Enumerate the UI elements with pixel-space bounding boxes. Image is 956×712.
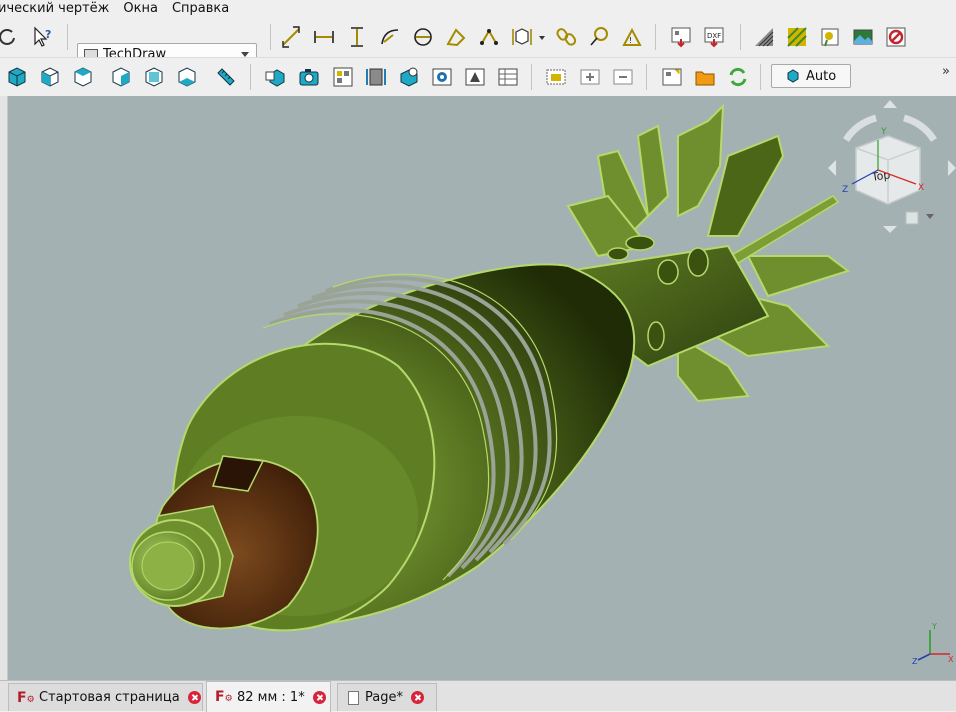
freecad-logo-icon: F⚙ <box>17 689 35 706</box>
tab-document[interactable]: F⚙ 82 мм : 1* <box>206 681 331 712</box>
view-menu-cube-icon <box>905 211 919 225</box>
arrow-down-icon <box>883 226 897 233</box>
hatch-icon[interactable] <box>751 24 777 50</box>
angle-dimension-icon[interactable] <box>443 24 469 50</box>
mortar-shell-model <box>129 103 851 632</box>
whats-this-icon[interactable]: ? <box>30 24 56 50</box>
refresh-icon[interactable] <box>0 24 20 50</box>
close-icon[interactable] <box>312 690 326 704</box>
horizontal-dimension-icon[interactable] <box>311 24 337 50</box>
arrow-left-icon <box>828 160 836 176</box>
length-dimension-icon[interactable] <box>278 24 304 50</box>
radius-dimension-icon[interactable] <box>377 24 403 50</box>
symbol-icon[interactable] <box>817 24 843 50</box>
svg-text:Z: Z <box>912 657 918 666</box>
navigation-cube[interactable]: Top Y X Z <box>828 100 956 235</box>
projection-group-icon[interactable] <box>330 64 356 90</box>
view-top-icon[interactable] <box>70 64 96 90</box>
draw-style-icon <box>786 69 800 83</box>
svg-text:Y: Y <box>880 127 887 137</box>
draft-view-icon[interactable] <box>429 64 455 90</box>
measure-icon[interactable] <box>213 64 239 90</box>
document-tab-bar: F⚙ Стартовая страница F⚙ 82 мм : 1* Page… <box>0 680 956 712</box>
freecad-logo-icon: F⚙ <box>215 689 233 705</box>
chevron-down-icon[interactable] <box>539 36 545 40</box>
link-dimension-icon[interactable] <box>553 24 579 50</box>
svg-text:Y: Y <box>931 622 937 631</box>
image-icon[interactable] <box>850 24 876 50</box>
close-icon[interactable] <box>187 691 201 704</box>
vertical-dimension-icon[interactable] <box>344 24 370 50</box>
balloon-icon[interactable] <box>586 24 612 50</box>
detail-view-icon[interactable] <box>396 64 422 90</box>
open-template-icon[interactable] <box>692 64 718 90</box>
menu-windows[interactable]: Окна <box>116 0 165 17</box>
export-dxf-icon[interactable]: DXF <box>701 24 727 50</box>
axis-cross-icon: Y X Z <box>912 622 954 666</box>
arch-view-icon[interactable] <box>462 64 488 90</box>
chevron-down-icon <box>926 214 934 219</box>
tab-label: Стартовая страница <box>39 690 180 705</box>
svg-text:?: ? <box>45 28 51 41</box>
active-view-icon[interactable] <box>296 64 322 90</box>
clip-add-icon[interactable] <box>577 64 603 90</box>
view-rear-icon[interactable] <box>141 64 167 90</box>
left-panel-edge[interactable] <box>0 96 8 680</box>
view-isometric-icon[interactable] <box>4 64 30 90</box>
insert-view-icon[interactable] <box>262 64 288 90</box>
menu-help[interactable]: Справка <box>165 0 236 17</box>
toolbar-overflow-button[interactable]: » <box>942 64 950 79</box>
export-svg-icon[interactable] <box>668 24 694 50</box>
arrow-right-icon <box>948 160 956 176</box>
tab-label: 82 мм : 1* <box>237 689 305 705</box>
auto-label: Auto <box>806 68 837 84</box>
tab-start-page[interactable]: F⚙ Стартовая страница <box>8 683 203 711</box>
svg-text:X: X <box>948 655 954 664</box>
view-front-icon[interactable] <box>37 64 63 90</box>
auto-button[interactable]: Auto <box>771 64 851 88</box>
page-icon <box>348 690 359 705</box>
svg-text:Z: Z <box>842 185 848 195</box>
3d-viewport[interactable]: Top Y X Z Y X Z <box>8 96 956 680</box>
clip-group-icon[interactable] <box>543 64 569 90</box>
landmark-dimension-icon[interactable]: ! <box>619 24 645 50</box>
svg-text:DXF: DXF <box>707 32 721 40</box>
extent-dimension-icon[interactable] <box>509 24 535 50</box>
diameter-dimension-icon[interactable] <box>410 24 436 50</box>
view-right-icon[interactable] <box>108 64 134 90</box>
svg-text:X: X <box>918 183 924 193</box>
spreadsheet-view-icon[interactable] <box>495 64 521 90</box>
section-view-icon[interactable] <box>363 64 389 90</box>
clip-remove-icon[interactable] <box>610 64 636 90</box>
three-point-angle-icon[interactable] <box>476 24 502 50</box>
arrow-up-icon <box>883 100 897 108</box>
menu-techdraw[interactable]: ический чертёж <box>0 0 116 17</box>
svg-text:!: ! <box>629 36 632 45</box>
toolbar-top: ? TechDraw ! DXF <box>0 18 956 66</box>
menu-bar: ический чертёж Окна Справка <box>0 0 956 17</box>
new-page-icon[interactable] <box>659 64 685 90</box>
close-icon[interactable] <box>410 691 424 704</box>
toggle-frames-icon[interactable] <box>883 24 909 50</box>
tab-label: Page* <box>365 690 403 705</box>
view-bottom-icon[interactable] <box>174 64 200 90</box>
redraw-page-icon[interactable] <box>725 64 751 90</box>
tab-page[interactable]: Page* <box>337 683 437 711</box>
geometric-hatch-icon[interactable] <box>784 24 810 50</box>
